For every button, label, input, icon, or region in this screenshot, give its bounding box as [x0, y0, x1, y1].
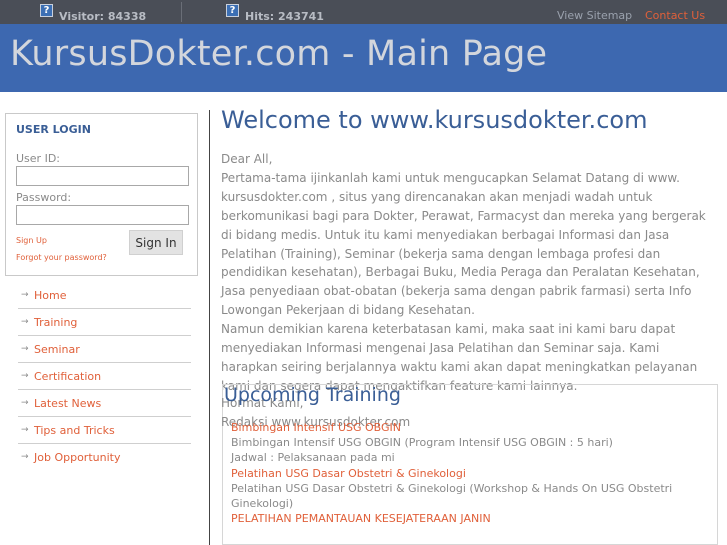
training-item-desc: Bimbingan Intensif USG OBGIN (Program In…: [231, 436, 613, 449]
user-login-box: USER LOGIN User ID: Password: Sign Up Fo…: [5, 113, 198, 276]
welcome-line: Pertama-tama ijinkanlah kami untuk mengu…: [221, 170, 680, 185]
nav-item-label: Training: [34, 316, 78, 329]
arrow-right-icon: →: [21, 344, 29, 354]
contact-us-link[interactable]: Contact Us: [645, 9, 705, 22]
sign-up-link[interactable]: Sign Up: [16, 236, 47, 245]
training-item-desc: Ginekologi): [231, 497, 294, 510]
nav-item-training[interactable]: → Training: [18, 309, 191, 336]
hits-counter: ? Hits: 243741: [226, 4, 324, 23]
welcome-line: harapkan seiring berjalannya waktu kami …: [221, 359, 698, 374]
visitor-counter: ? Visitor: 84338: [40, 4, 147, 23]
site-header: KursusDokter.com - Main Page: [0, 24, 727, 92]
welcome-text: Dear All, Pertama-tama ijinkanlah kami u…: [221, 150, 721, 396]
welcome-line: Lowongan Pekerjaan di bidang Kesehatan.: [221, 303, 475, 318]
arrow-right-icon: →: [21, 371, 29, 381]
nav-item-label: Home: [34, 289, 67, 302]
view-sitemap-link[interactable]: View Sitemap: [557, 9, 632, 22]
top-bar: ? Visitor: 84338 ? Hits: 243741 View Sitem…: [0, 0, 727, 24]
training-item-link[interactable]: Bimbingan Intensif USG OBGIN: [231, 420, 701, 435]
welcome-line: berkomunikasi bagi para Dokter, Perawat,…: [221, 208, 706, 223]
help-icon: ?: [226, 4, 239, 17]
arrow-right-icon: →: [21, 398, 29, 408]
nav-item-label: Certification: [34, 370, 102, 383]
welcome-line: pendidikan kesehatan), Berbagai Buku, Me…: [221, 265, 700, 280]
password-label: Password:: [16, 191, 72, 204]
forgot-password-link[interactable]: Forgot your password?: [16, 253, 107, 262]
training-item-link[interactable]: Pelatihan USG Dasar Obstetri & Ginekolog…: [231, 466, 701, 481]
page-title: KursusDokter.com - Main Page: [10, 34, 548, 74]
welcome-title: Welcome to www.kursusdokter.com: [221, 106, 648, 134]
nav-item-seminar[interactable]: → Seminar: [18, 336, 191, 363]
arrow-right-icon: →: [21, 452, 29, 462]
nav-item-tips-and-tricks[interactable]: → Tips and Tricks: [18, 417, 191, 444]
sidebar-nav: → Home → Training → Seminar → Certificat…: [18, 282, 191, 471]
training-item-link[interactable]: PELATIHAN PEMANTAUAN KESEJATERAAN JANIN: [231, 511, 701, 526]
password-input[interactable]: [16, 205, 189, 225]
nav-item-label: Job Opportunity: [34, 451, 121, 464]
login-heading: USER LOGIN: [16, 123, 91, 136]
welcome-line: Namun demikian karena keterbatasan kami,…: [221, 322, 676, 337]
column-divider: [209, 110, 210, 545]
user-id-label: User ID:: [16, 152, 60, 165]
arrow-right-icon: →: [21, 425, 29, 435]
arrow-right-icon: →: [21, 290, 29, 300]
nav-item-job-opportunity[interactable]: → Job Opportunity: [18, 444, 191, 471]
nav-item-latest-news[interactable]: → Latest News: [18, 390, 191, 417]
nav-item-label: Tips and Tricks: [34, 424, 115, 437]
training-item-desc: Jadwal : Pelaksanaan pada mi: [231, 451, 395, 464]
arrow-right-icon: →: [21, 317, 29, 327]
user-id-input[interactable]: [16, 166, 189, 186]
sign-in-button[interactable]: Sign In: [129, 230, 183, 255]
topbar-divider: [181, 2, 182, 22]
nav-item-certification[interactable]: → Certification: [18, 363, 191, 390]
welcome-line: Pelatihan (Training), Seminar (bekerja s…: [221, 246, 661, 261]
welcome-line: kursusdokter.com , situs yang direncanak…: [221, 189, 653, 204]
nav-item-label: Latest News: [34, 397, 102, 410]
welcome-line: Jasa penyediaan obat-obatan (bekerja sam…: [221, 284, 692, 299]
help-icon: ?: [40, 4, 53, 17]
hits-count-text: Hits: 243741: [245, 10, 324, 23]
nav-item-label: Seminar: [34, 343, 80, 356]
welcome-line: menyediakan Informasi mengenai Jasa Pela…: [221, 341, 660, 356]
upcoming-training-heading: Upcoming Training: [224, 384, 401, 406]
nav-item-home[interactable]: → Home: [18, 282, 191, 309]
welcome-line: di bidang medis. Untuk itu kami menyedia…: [221, 227, 670, 242]
welcome-line: Dear All,: [221, 152, 273, 166]
visitor-count-text: Visitor: 84338: [59, 10, 147, 23]
training-item-desc: Pelatihan USG Dasar Obstetri & Ginekolog…: [231, 482, 673, 495]
